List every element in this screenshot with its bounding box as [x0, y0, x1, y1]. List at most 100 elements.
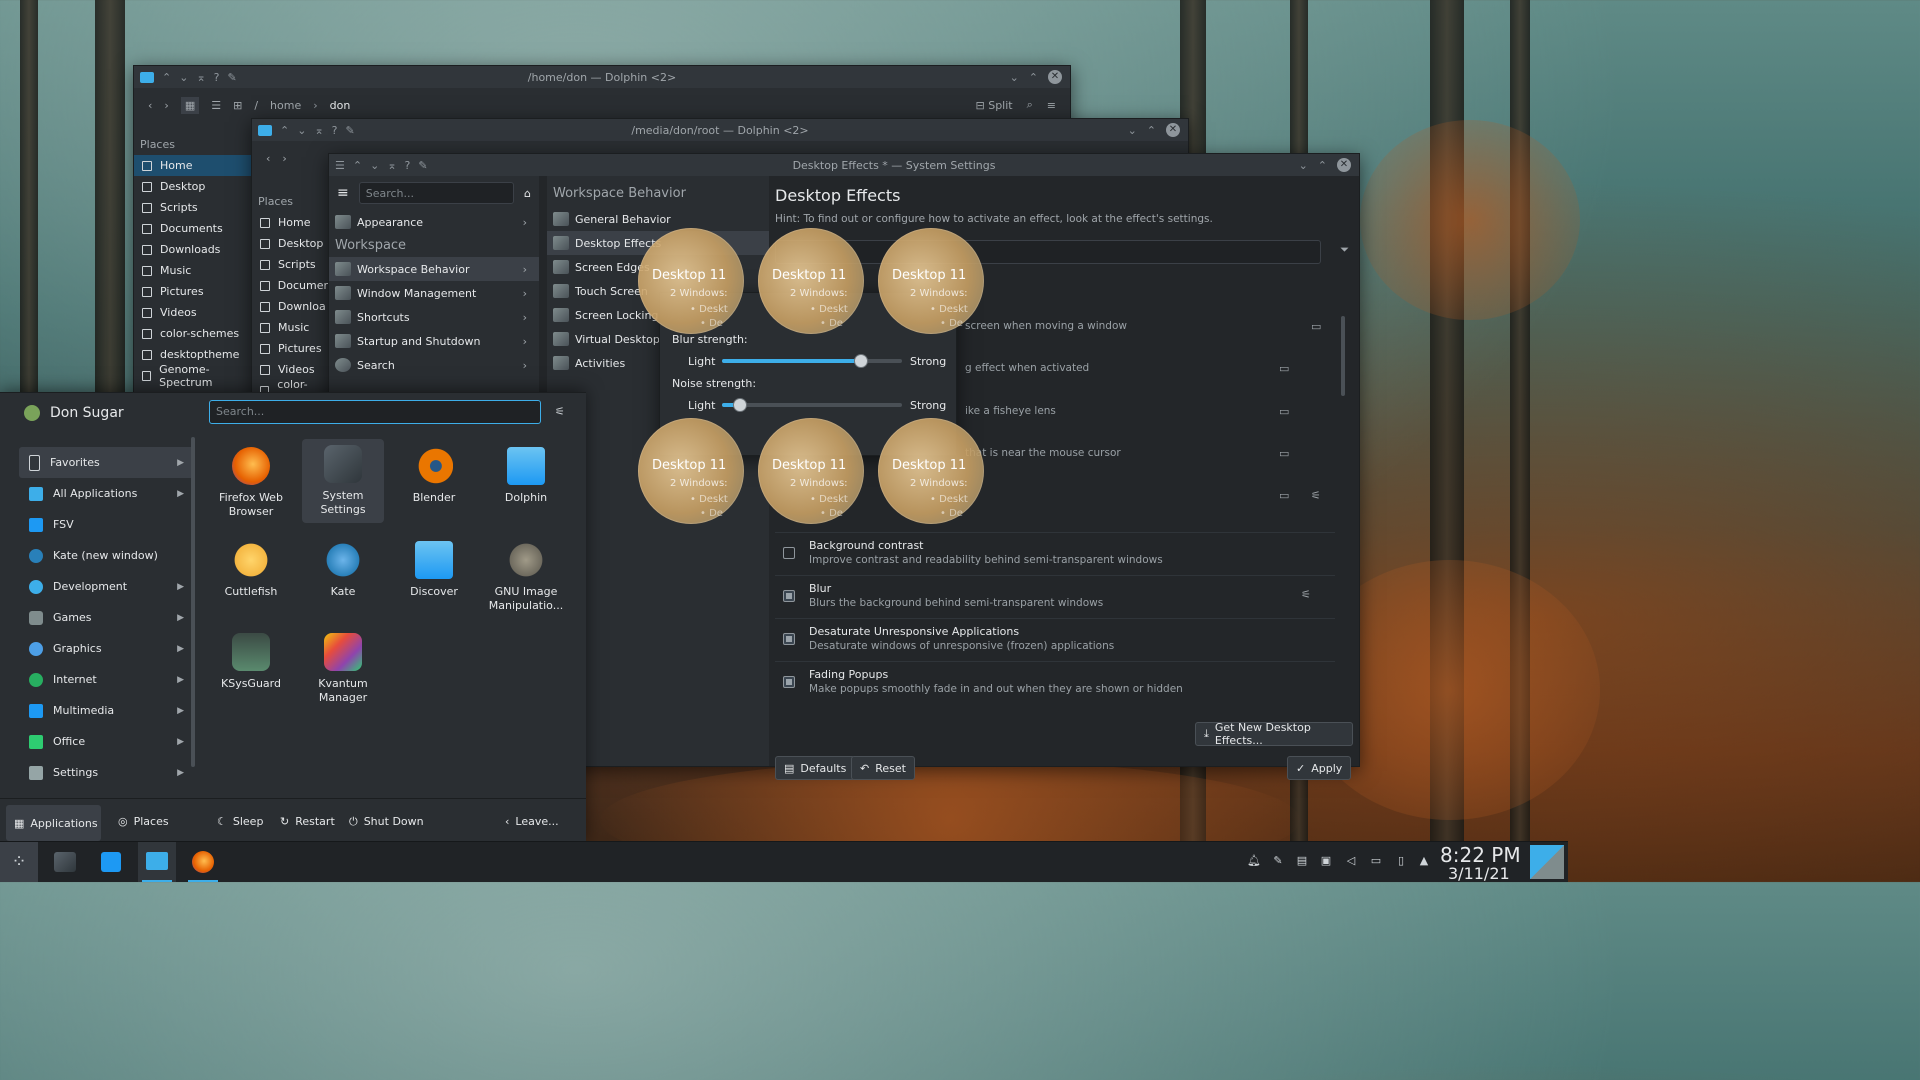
category-startup-shutdown[interactable]: Startup and Shutdown › [329, 329, 539, 353]
place-home[interactable]: Home [252, 212, 328, 233]
split-button[interactable]: ⊟ Split [976, 99, 1013, 112]
expand-tray-icon[interactable]: ▲ [1418, 855, 1430, 867]
reset-button[interactable]: ↶ Reset [851, 756, 915, 780]
category-scrollbar[interactable] [191, 437, 195, 767]
breadcrumb-root[interactable]: / [254, 99, 258, 112]
titlebar[interactable]: ⌃ ⌄ ⌅ ? ✎ /home/don — Dolphin <2> ⌄ ⌃ ✕ [134, 66, 1070, 88]
search-input[interactable]: Search... [358, 182, 515, 204]
category-favorites[interactable]: Favorites ▶ [19, 447, 194, 478]
effect-fading-popups[interactable]: Fading Popups Make popups smoothly fade … [775, 661, 1335, 704]
category-kate-new-window[interactable]: Kate (new window) [19, 540, 194, 571]
task-system-settings[interactable] [46, 846, 84, 880]
place-videos[interactable]: Videos [134, 302, 252, 323]
task-discover[interactable] [92, 846, 130, 880]
kde-connect-icon[interactable]: ✎ [1272, 855, 1284, 867]
shade-icon[interactable]: ⌅ [196, 71, 205, 84]
keep-below-icon[interactable]: ⌄ [179, 71, 188, 84]
leave-button[interactable]: ‹ Leave... [505, 815, 559, 828]
network-icon[interactable]: ▭ [1370, 855, 1382, 867]
category-graphics[interactable]: Graphics ▶ [19, 633, 194, 664]
pin-icon[interactable]: ✎ [418, 159, 427, 172]
place-scripts[interactable]: Scripts [134, 197, 252, 218]
desktop-bubble[interactable]: Desktop 11 2 Windows: • Deskt • De [878, 228, 984, 334]
keep-below-icon[interactable]: ⌄ [297, 124, 306, 137]
back-icon[interactable]: ‹ [148, 99, 152, 112]
noise-slider-track[interactable] [722, 403, 902, 407]
back-icon[interactable]: ‹ [266, 152, 270, 165]
notifications-icon[interactable]: 🔔︎ [1247, 855, 1261, 867]
launcher-search-input[interactable]: Search... [209, 400, 541, 424]
video-icon[interactable]: ▭ [1311, 320, 1321, 333]
place-desktop[interactable]: Desktop [252, 233, 328, 254]
app-ksysguard[interactable]: KSysGuard [210, 633, 292, 691]
defaults-button[interactable]: ▤ Defaults [775, 756, 856, 780]
task-firefox[interactable] [184, 842, 222, 882]
home-icon[interactable]: ⌂ [524, 187, 531, 200]
pin-icon[interactable]: ✎ [346, 124, 355, 137]
category-appearance[interactable]: Appearance › [329, 210, 539, 234]
app-firefox[interactable]: Firefox Web Browser [210, 447, 292, 519]
keep-below-icon[interactable]: ⌄ [370, 159, 379, 172]
category-search[interactable]: Search › [329, 353, 539, 377]
place-genome-spectrum[interactable]: Genome-Spectrum [134, 363, 252, 389]
place-pictures[interactable]: Pictures [134, 281, 252, 302]
place-music[interactable]: Music [252, 317, 328, 338]
category-shortcuts[interactable]: Shortcuts › [329, 305, 539, 329]
titlebar[interactable]: ⌃ ⌄ ⌅ ? ✎ /media/don/root — Dolphin <2> … [252, 119, 1188, 141]
clipboard-icon[interactable]: ▤ [1296, 855, 1308, 867]
configure-icon[interactable]: ⚟ [555, 405, 565, 418]
app-gimp[interactable]: GNU Image Manipulatio... [485, 541, 567, 613]
keep-above-icon[interactable]: ⌃ [162, 71, 171, 84]
icons-view-icon[interactable]: ▦ [180, 96, 200, 114]
fading-popups-checkbox[interactable] [783, 676, 795, 688]
video-icon[interactable]: ▭ [1279, 362, 1289, 375]
category-settings[interactable]: Settings ▶ [19, 757, 194, 788]
scrollbar[interactable] [1341, 316, 1345, 396]
desktop-bubble[interactable]: Desktop 11 2 Windows: • Deskt • De [638, 418, 744, 524]
background-contrast-checkbox[interactable] [783, 547, 795, 559]
desktop-bubble[interactable]: Desktop 11 2 Windows: • Deskt • De [758, 228, 864, 334]
help-icon[interactable]: ? [332, 124, 338, 137]
video-icon[interactable]: ▭ [1279, 405, 1289, 418]
details-view-icon[interactable]: ⊞ [233, 99, 242, 112]
breadcrumb-don[interactable]: don [330, 99, 351, 112]
volume-icon[interactable]: ◁ [1345, 855, 1357, 867]
place-color-schemes[interactable]: color-schemes [134, 323, 252, 344]
place-desktop[interactable]: Desktop [134, 176, 252, 197]
category-workspace-behavior[interactable]: Workspace Behavior › [329, 257, 539, 281]
launcher-button[interactable]: ⁘ [0, 842, 38, 882]
maximize-icon[interactable]: ⌃ [1029, 71, 1038, 84]
category-office[interactable]: Office ▶ [19, 726, 194, 757]
tab-places[interactable]: ◎ Places [118, 815, 169, 828]
configure-blur-icon[interactable]: ⚟ [1301, 588, 1311, 601]
hamburger-menu-icon[interactable]: ≡ [337, 185, 349, 201]
category-all-applications[interactable]: All Applications ▶ [19, 478, 194, 509]
blur-checkbox[interactable] [783, 590, 795, 602]
shutdown-button[interactable]: ⏻ Shut Down [349, 815, 424, 829]
titlebar[interactable]: ☰ ⌃ ⌄ ⌅ ? ✎ Desktop Effects * — System S… [329, 154, 1359, 176]
close-icon[interactable]: ✕ [1048, 70, 1062, 84]
desktop-bubble[interactable]: Desktop 11 2 Windows: • Deskt • De [758, 418, 864, 524]
app-dolphin[interactable]: Dolphin [485, 447, 567, 505]
tab-applications[interactable]: ▦ Applications [6, 805, 101, 841]
configure-icon[interactable]: ⚟ [1311, 489, 1321, 502]
minimize-icon[interactable]: ⌄ [1128, 124, 1137, 137]
place-scripts[interactable]: Scripts [252, 254, 328, 275]
app-blender[interactable]: Blender [393, 447, 475, 505]
clock-date[interactable]: 3/11/21 [1448, 864, 1510, 883]
breadcrumb-home[interactable]: home [270, 99, 301, 112]
get-new-effects-button[interactable]: ⤓ Get New Desktop Effects... [1195, 721, 1353, 747]
task-dolphin[interactable] [138, 842, 176, 882]
help-icon[interactable]: ? [405, 159, 411, 172]
apply-button[interactable]: ✓ Apply [1287, 756, 1352, 780]
minimize-icon[interactable]: ⌄ [1299, 159, 1308, 172]
desaturate-checkbox[interactable] [783, 633, 795, 645]
blur-slider-handle[interactable] [853, 354, 868, 368]
shade-icon[interactable]: ⌅ [314, 124, 323, 137]
maximize-icon[interactable]: ⌃ [1318, 159, 1327, 172]
noise-slider-handle[interactable] [733, 398, 747, 412]
battery-icon[interactable]: ▯ [1395, 855, 1407, 867]
effect-background-contrast[interactable]: Background contrast Improve contrast and… [775, 532, 1335, 575]
sub-general-behavior[interactable]: General Behavior [547, 207, 769, 231]
help-icon[interactable]: ? [214, 71, 220, 84]
